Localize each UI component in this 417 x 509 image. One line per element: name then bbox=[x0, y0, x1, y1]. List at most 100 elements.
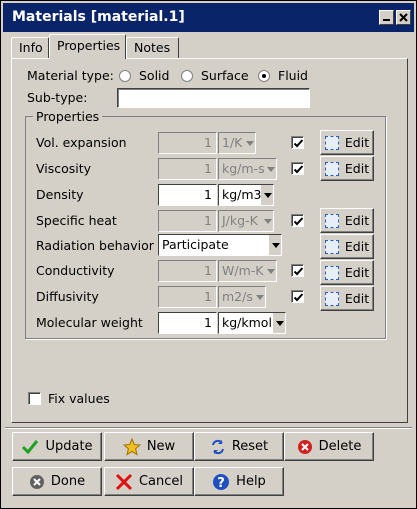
radiation-behavior-select[interactable]: Participate bbox=[158, 234, 282, 256]
minimize-button[interactable] bbox=[379, 10, 394, 25]
edit-label: Edit bbox=[344, 213, 370, 228]
edit-icon bbox=[324, 265, 339, 280]
close-icon bbox=[399, 13, 408, 22]
svg-text:?: ? bbox=[217, 476, 225, 491]
chevron-down-icon bbox=[264, 261, 276, 281]
reset-button[interactable]: Reset bbox=[194, 432, 284, 461]
density-unit[interactable]: kg/m3 bbox=[218, 184, 274, 206]
conductivity-unit-text: W/m-K bbox=[222, 263, 264, 278]
cancel-label: Cancel bbox=[138, 474, 184, 489]
radio-fluid[interactable] bbox=[258, 70, 270, 82]
star-icon bbox=[122, 437, 141, 456]
molecular-weight-value[interactable]: 1 bbox=[158, 312, 217, 334]
specific-heat-value[interactable]: 1 bbox=[158, 210, 217, 232]
edit-label: Edit bbox=[344, 239, 370, 254]
diffusivity-edit-button[interactable]: Edit bbox=[320, 286, 374, 311]
vol-expansion-checkbox[interactable] bbox=[291, 136, 304, 149]
done-label: Done bbox=[50, 474, 86, 489]
radiation-behavior-label: Radiation behavior bbox=[36, 238, 154, 253]
diffusivity-label: Diffusivity bbox=[36, 289, 99, 304]
vol-expansion-unit-text: 1/K bbox=[222, 135, 243, 150]
checkmark-icon bbox=[293, 217, 304, 226]
vol-expansion-unit[interactable]: 1/K bbox=[218, 132, 256, 154]
edit-label: Edit bbox=[344, 291, 370, 306]
help-label: Help bbox=[236, 474, 266, 489]
conductivity-label: Conductivity bbox=[36, 263, 115, 278]
subtype-input[interactable] bbox=[117, 88, 310, 108]
help-icon: ? bbox=[213, 473, 230, 491]
new-button[interactable]: New bbox=[104, 432, 194, 461]
checkmark-icon bbox=[293, 267, 304, 276]
specific-heat-edit-button[interactable]: Edit bbox=[320, 208, 374, 233]
refresh-icon bbox=[211, 439, 224, 454]
tab-info[interactable]: Info bbox=[11, 37, 49, 59]
viscosity-label: Viscosity bbox=[36, 161, 92, 176]
viscosity-checkbox[interactable] bbox=[291, 162, 304, 175]
help-button[interactable]: ? Help bbox=[194, 467, 284, 496]
checkmark-icon bbox=[293, 139, 304, 148]
diffusivity-unit-text: m2/s bbox=[222, 289, 253, 304]
title-bar[interactable]: Materials [material.1] bbox=[3, 3, 414, 32]
chevron-down-icon bbox=[273, 313, 285, 333]
material-type-label: Material type: bbox=[27, 68, 114, 83]
delete-button[interactable]: Delete bbox=[284, 432, 374, 461]
chevron-down-icon bbox=[264, 159, 276, 179]
tab-notes[interactable]: Notes bbox=[126, 37, 179, 59]
viscosity-edit-button[interactable]: Edit bbox=[320, 156, 374, 181]
cancel-button[interactable]: Cancel bbox=[104, 467, 194, 496]
properties-group-label: Properties bbox=[33, 109, 103, 124]
cancel-x-icon bbox=[115, 473, 133, 490]
radio-fluid-label: Fluid bbox=[278, 68, 308, 83]
specific-heat-checkbox[interactable] bbox=[291, 214, 304, 227]
density-value[interactable]: 1 bbox=[158, 184, 217, 206]
viscosity-unit[interactable]: kg/m-s bbox=[218, 158, 277, 180]
edit-label: Edit bbox=[344, 161, 370, 176]
radio-surface-label: Surface bbox=[201, 68, 249, 83]
vol-expansion-edit-button[interactable]: Edit bbox=[320, 130, 374, 155]
conductivity-checkbox[interactable] bbox=[291, 264, 304, 277]
edit-icon bbox=[324, 161, 339, 176]
conductivity-value[interactable]: 1 bbox=[158, 260, 217, 282]
radio-surface[interactable] bbox=[181, 70, 193, 82]
tab-properties[interactable]: Properties bbox=[49, 34, 126, 59]
close-button[interactable] bbox=[396, 10, 411, 25]
tab-info-label: Info bbox=[19, 40, 43, 55]
fix-values-label: Fix values bbox=[48, 391, 110, 406]
molecular-weight-unit[interactable]: kg/kmol bbox=[218, 312, 286, 334]
done-button[interactable]: Done bbox=[12, 467, 102, 496]
specific-heat-unit-text: J/kg-K bbox=[222, 213, 258, 228]
diffusivity-unit[interactable]: m2/s bbox=[218, 286, 266, 308]
delete-icon bbox=[297, 439, 312, 454]
diffusivity-value[interactable]: 1 bbox=[158, 286, 217, 308]
edit-icon bbox=[324, 213, 339, 228]
new-label: New bbox=[146, 439, 176, 454]
update-button[interactable]: Update bbox=[12, 432, 102, 461]
diffusivity-checkbox[interactable] bbox=[291, 290, 304, 303]
conductivity-unit[interactable]: W/m-K bbox=[218, 260, 277, 282]
chevron-down-icon bbox=[261, 185, 273, 205]
radio-solid-label: Solid bbox=[139, 68, 170, 83]
edit-icon bbox=[324, 135, 339, 150]
chevron-down-icon bbox=[261, 211, 273, 231]
conductivity-edit-button[interactable]: Edit bbox=[320, 260, 374, 285]
update-label: Update bbox=[45, 439, 93, 454]
edit-icon bbox=[324, 239, 339, 254]
vol-expansion-value[interactable]: 1 bbox=[158, 132, 217, 154]
viscosity-value[interactable]: 1 bbox=[158, 158, 217, 180]
radiation-behavior-edit-button[interactable]: Edit bbox=[320, 234, 374, 259]
fix-values-checkbox[interactable] bbox=[28, 392, 41, 405]
specific-heat-label: Specific heat bbox=[36, 213, 117, 228]
edit-label: Edit bbox=[344, 135, 370, 150]
subtype-label: Sub-type: bbox=[27, 90, 88, 105]
checkmark-icon bbox=[293, 293, 304, 302]
radio-solid[interactable] bbox=[119, 70, 131, 82]
edit-label: Edit bbox=[344, 265, 370, 280]
molecular-weight-unit-text: kg/kmol bbox=[222, 315, 272, 330]
minimize-icon bbox=[383, 19, 390, 21]
chevron-down-icon bbox=[269, 235, 281, 255]
tab-properties-label: Properties bbox=[57, 38, 121, 53]
reset-label: Reset bbox=[231, 439, 269, 454]
checkmark-icon bbox=[293, 165, 304, 174]
chevron-down-icon bbox=[243, 133, 255, 153]
specific-heat-unit[interactable]: J/kg-K bbox=[218, 210, 274, 232]
